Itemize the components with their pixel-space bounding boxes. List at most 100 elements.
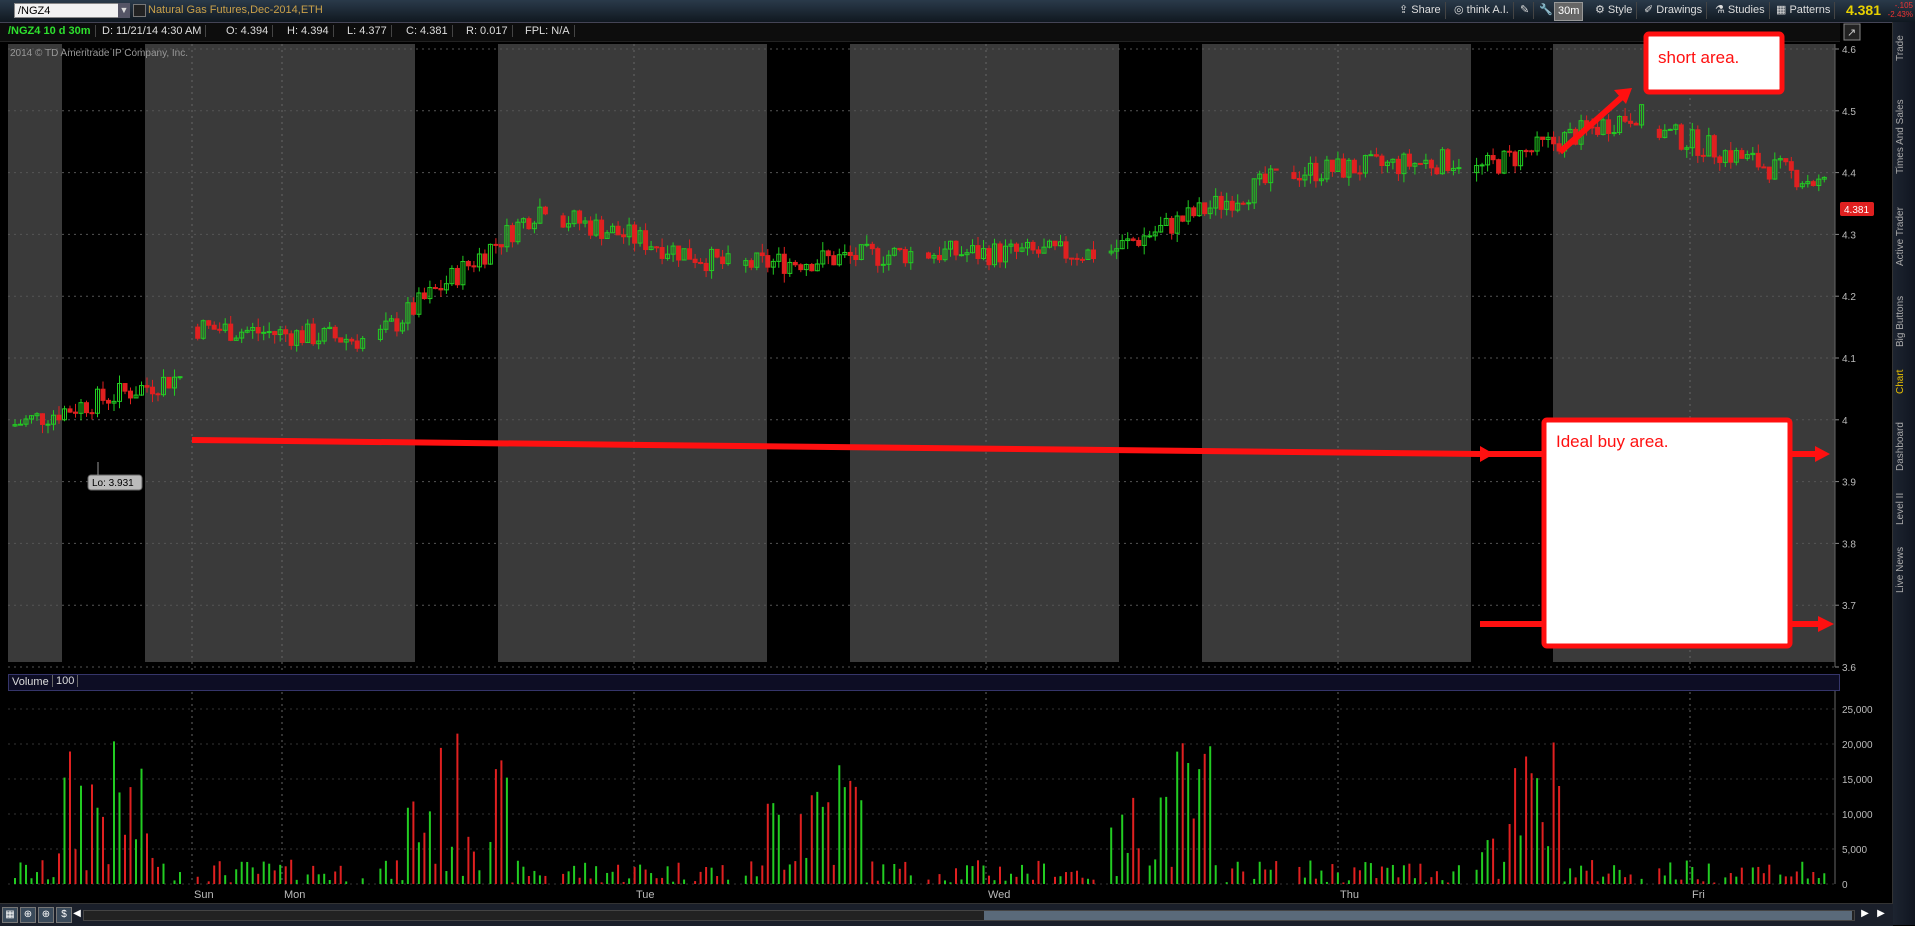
- candle-body-290: [1717, 156, 1723, 163]
- candle-body-203: [1202, 202, 1208, 215]
- volume-value[interactable]: 100: [52, 675, 79, 687]
- candle-body-243: [1434, 167, 1440, 175]
- candle-body-45: [272, 331, 278, 336]
- candle-body-258: [1529, 150, 1535, 153]
- candle-body-128: [765, 255, 771, 268]
- layout-icon[interactable]: ▦: [2, 907, 18, 923]
- studies-button[interactable]: ⚗ Studies: [1711, 2, 1770, 19]
- scrollbar-thumb[interactable]: [984, 911, 1852, 920]
- chart-expand-button[interactable]: ↗: [1843, 23, 1861, 41]
- candle-body-60: [354, 340, 360, 349]
- candle-body-21: [128, 390, 133, 399]
- candle-body-127: [759, 252, 765, 257]
- price-volume-chart[interactable]: short area. Ideal buy area. Lo: 3.931 20…: [0, 22, 1893, 903]
- candle-body-37: [228, 323, 234, 341]
- scroll-left-icon[interactable]: ◀: [70, 907, 84, 921]
- price-tick-5: 4.1: [1842, 354, 1856, 365]
- candle-body-31: [195, 326, 201, 339]
- candle-body-93: [560, 215, 566, 228]
- candle-body-48: [288, 333, 294, 346]
- patterns-button[interactable]: ▦ Patterns: [1772, 2, 1836, 19]
- volume-tick-4: 5,000: [1842, 845, 1867, 856]
- volume-tick-1: 20,000: [1842, 740, 1873, 751]
- candle-body-166: [986, 248, 992, 266]
- candle-body-136: [809, 263, 815, 272]
- candle-body-116: [687, 248, 693, 260]
- candle-body-164: [975, 245, 981, 259]
- zoom-in-icon[interactable]: ⊕: [20, 907, 36, 923]
- candle-body-70: [421, 292, 427, 300]
- candle-body-104: [621, 234, 627, 238]
- candle-body-119: [703, 262, 709, 272]
- candle-body-287: [1700, 154, 1706, 157]
- link-icon[interactable]: [133, 4, 146, 17]
- time-tick-0: Sun: [194, 889, 214, 901]
- net-change-percent: -2.43%: [1887, 10, 1913, 19]
- candle-body-133: [792, 261, 798, 266]
- tab-times-and-sales[interactable]: Times And Sales: [1895, 82, 1913, 192]
- zoom-out-icon[interactable]: ⊕: [38, 907, 54, 923]
- horizontal-scrollbar[interactable]: [83, 910, 1855, 921]
- candle-body-281: [1667, 128, 1673, 131]
- price-tick-1: 4.5: [1842, 107, 1856, 118]
- candle-body-84: [498, 244, 504, 248]
- short-area-label: short area.: [1658, 48, 1739, 67]
- tab-live-news[interactable]: Live News: [1895, 537, 1913, 602]
- candle-body-147: [869, 243, 875, 250]
- tab-big-buttons[interactable]: Big Buttons: [1895, 284, 1913, 359]
- candle-body-52: [310, 323, 316, 345]
- price-tick-0: 4.6: [1842, 45, 1856, 56]
- candle-body-56: [332, 326, 338, 339]
- scroll-right-icon[interactable]: ▶: [1858, 907, 1872, 921]
- tab-active-trader[interactable]: Active Trader: [1895, 187, 1913, 287]
- candle-body-125: [748, 260, 754, 268]
- candle-body-298: [1761, 166, 1767, 169]
- candle-body-17: [106, 399, 111, 404]
- candle-body-275: [1622, 115, 1628, 122]
- candle-body-103: [615, 225, 621, 236]
- candle-body-148: [875, 248, 881, 266]
- price-tick-10: 3.6: [1842, 663, 1856, 674]
- style-button[interactable]: ⚙ Style: [1591, 2, 1638, 19]
- symbol-input[interactable]: /NGZ4: [14, 3, 124, 18]
- think-label: think A.I.: [1466, 4, 1509, 16]
- candle-body-171: [1014, 243, 1019, 252]
- symbol-dropdown-icon[interactable]: ▼: [118, 3, 130, 18]
- tab-trade[interactable]: Trade: [1895, 28, 1913, 68]
- candle-body-208: [1229, 200, 1235, 211]
- candle-body-122: [720, 256, 726, 265]
- candle-body-96: [577, 210, 583, 224]
- candle-body-302: [1783, 158, 1789, 163]
- candle-body-134: [798, 264, 804, 271]
- candle-body-245: [1445, 149, 1451, 171]
- scroll-end-icon[interactable]: ▶: [1874, 907, 1888, 921]
- price-tick-9: 3.7: [1842, 601, 1856, 612]
- volume-tick-2: 15,000: [1842, 775, 1873, 786]
- drawings-button[interactable]: ✐ Drawings: [1640, 2, 1708, 19]
- candle-body-190: [1130, 238, 1136, 241]
- candle-body-89: [526, 218, 532, 230]
- share-button[interactable]: ⇪ Share: [1395, 2, 1446, 19]
- candle-body-233: [1379, 155, 1385, 167]
- tab-level-ii[interactable]: Level II: [1895, 484, 1913, 534]
- candle-body-78: [465, 261, 471, 267]
- time-tick-1: Mon: [284, 889, 305, 901]
- net-change: -.105 -2.43%: [1888, 1, 1913, 19]
- candle-body-224: [1329, 159, 1335, 172]
- candle-body-98: [588, 220, 594, 236]
- candle-body-5: [40, 413, 45, 425]
- candle-body-16: [100, 388, 106, 401]
- tab-chart[interactable]: Chart: [1895, 362, 1913, 402]
- candle-body-35: [217, 328, 223, 331]
- pencil-tool-button[interactable]: ✎: [1516, 2, 1535, 19]
- tab-dashboard[interactable]: Dashboard: [1895, 412, 1913, 482]
- think-ai-button[interactable]: ◎ think A.I.: [1450, 2, 1514, 19]
- interval-button[interactable]: 30m: [1554, 2, 1584, 21]
- time-axis: Sun Mon Tue Wed Thu Fri: [194, 889, 1705, 901]
- think-icon: ◎: [1454, 4, 1467, 16]
- candle-body-43: [261, 331, 267, 334]
- volume-title: Volume: [12, 676, 49, 688]
- bottom-toolbar: ▦ ⊕ ⊕ $ ◀ ▶ ▶: [0, 903, 1893, 926]
- candle-body-242: [1428, 159, 1434, 169]
- candle-body-153: [902, 249, 908, 264]
